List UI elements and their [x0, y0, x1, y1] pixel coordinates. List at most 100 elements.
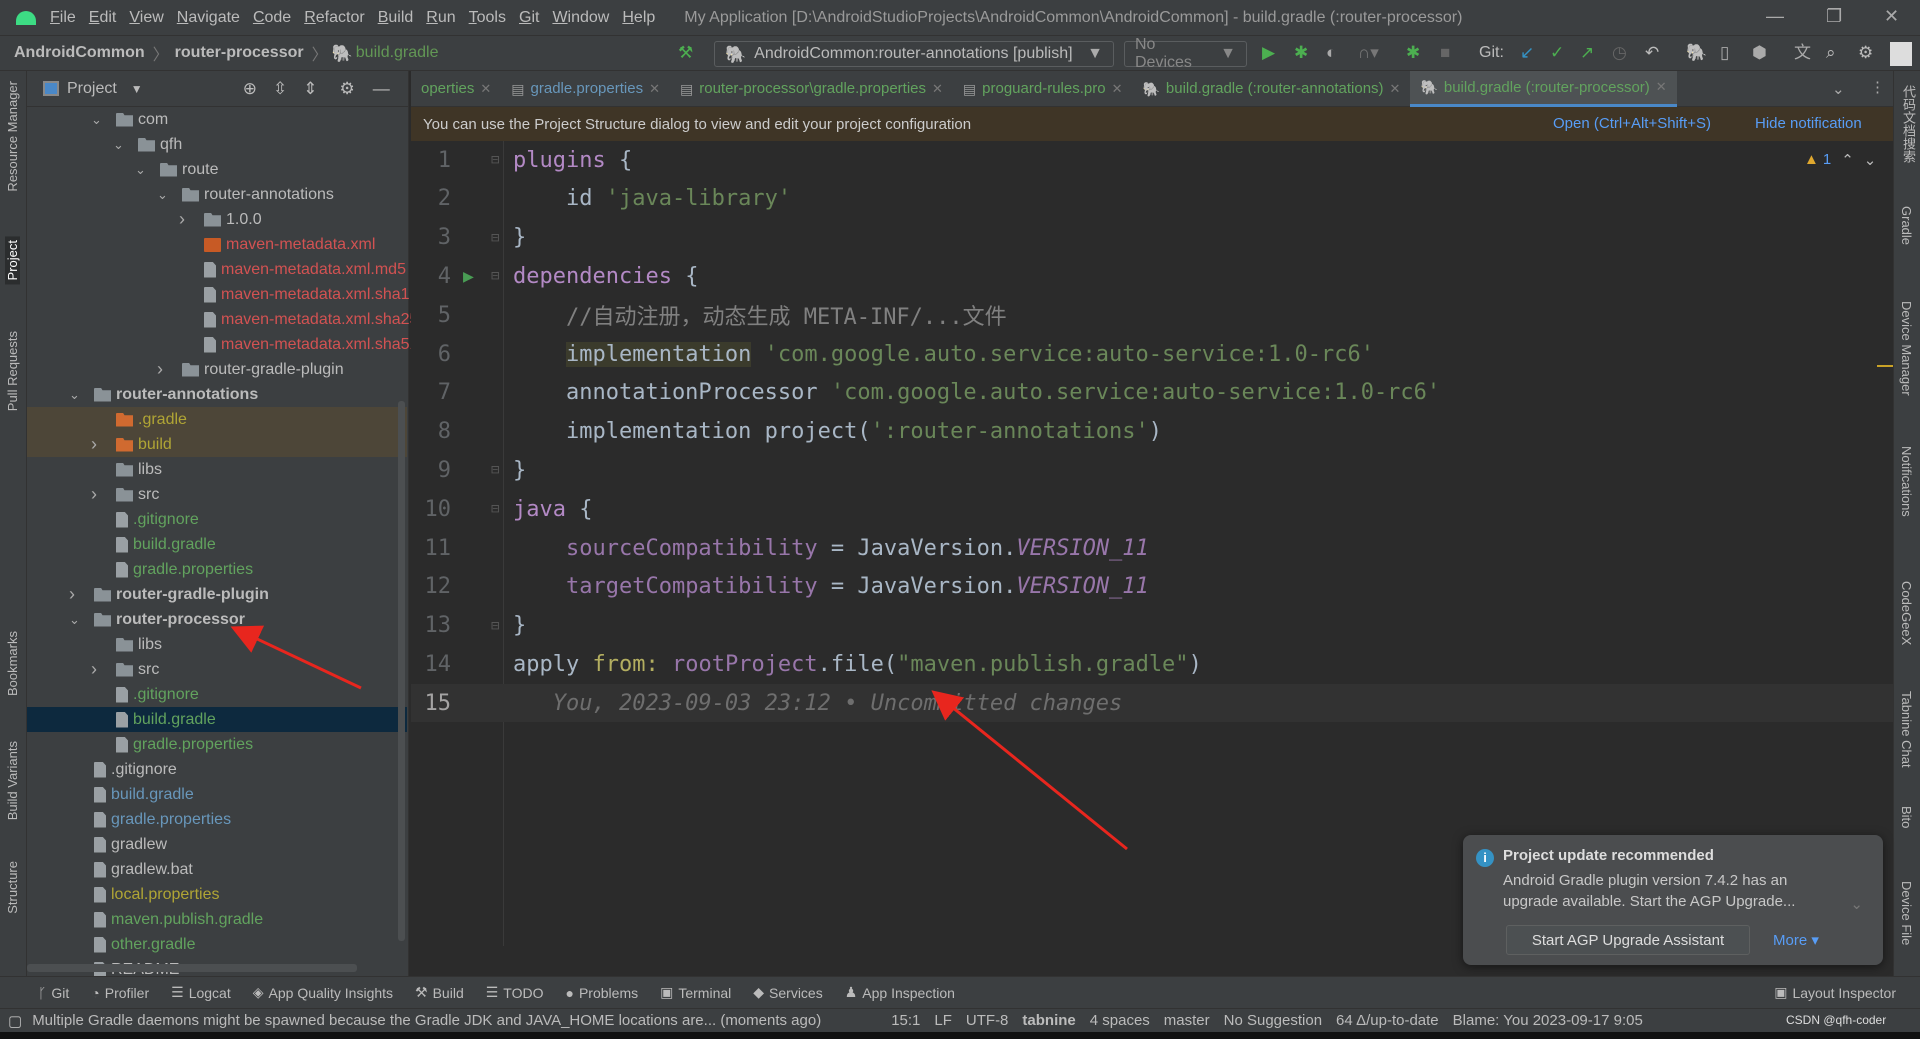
chevron-down-icon[interactable]: ⌄ [69, 612, 80, 628]
tree-item[interactable]: gradlew.bat [27, 857, 407, 882]
chevron-right-icon[interactable]: › [179, 209, 185, 230]
close-tab-icon[interactable]: ✕ [1390, 81, 1401, 97]
start-agp-upgrade-button[interactable]: Start AGP Upgrade Assistant [1506, 925, 1750, 955]
tree-item[interactable]: build.gradle [27, 532, 407, 557]
previous-highlight-icon[interactable]: ⌃ [1841, 151, 1854, 169]
collapse-all-icon[interactable]: ⇕ [303, 80, 317, 97]
breadcrumb-module[interactable]: router-processor [175, 44, 304, 62]
run-icon[interactable]: ▶ [1262, 44, 1275, 61]
attach-debugger-icon[interactable]: ✱ [1406, 44, 1420, 61]
tree-item[interactable]: gradle.properties [27, 557, 407, 582]
menu-item-view[interactable]: View [129, 9, 163, 27]
code-line[interactable]: 10 ⊟ java { [411, 490, 1893, 528]
menu-item-edit[interactable]: Edit [89, 9, 117, 27]
run-gutter-icon[interactable]: ▶ [463, 266, 474, 287]
warning-count[interactable]: 1 [1823, 151, 1831, 169]
tool-window-profiler[interactable]: ◔ Profiler [91, 984, 149, 1001]
stop-icon[interactable]: ■ [1440, 44, 1450, 61]
tree-item[interactable]: libs [27, 632, 407, 657]
tool-strip-right-4[interactable]: CodeGeeX [1899, 581, 1914, 645]
git-commit-icon[interactable]: ✓ [1550, 44, 1564, 61]
close-tab-icon[interactable]: ✕ [932, 81, 943, 97]
code-line[interactable]: 6 implementation 'com.google.auto.servic… [411, 335, 1893, 373]
code-line[interactable]: 11 sourceCompatibility = JavaVersion.VER… [411, 529, 1893, 567]
tool-window-terminal[interactable]: ▣ Terminal [660, 984, 731, 1001]
run-configuration-dropdown[interactable]: 🐘 AndroidCommon:router-annotations [publ… [714, 41, 1114, 67]
code-line[interactable]: 4 ▶ ⊟ dependencies { [411, 257, 1893, 295]
device-dropdown[interactable]: No Devices ▼ [1124, 36, 1247, 71]
editor-tab[interactable]: ▤ gradle.properties ✕ [501, 71, 670, 107]
chevron-right-icon[interactable]: › [91, 659, 97, 680]
git-update-icon[interactable]: ↙ [1520, 44, 1534, 61]
editor-tab[interactable]: 🐘 build.gradle (:router-processor) ✕ [1410, 70, 1677, 107]
debug-icon[interactable]: ✱ [1294, 44, 1308, 61]
chevron-down-icon[interactable]: ⌄ [91, 112, 102, 128]
tree-item[interactable]: maven-metadata.xml.sha1 [27, 282, 410, 307]
menu-item-build[interactable]: Build [378, 9, 414, 27]
menu-item-window[interactable]: Window [552, 9, 609, 27]
tree-item[interactable]: ⌄ router-annotations [27, 382, 407, 407]
editor-tab[interactable]: ▤ router-processor\gradle.properties ✕ [670, 71, 953, 107]
chevron-right-icon[interactable]: › [157, 359, 163, 380]
tree-item[interactable]: libs [27, 457, 407, 482]
tree-item[interactable]: gradlew [27, 832, 407, 857]
fold-marker-icon[interactable]: ⊟ [491, 618, 499, 634]
tool-window-layout-inspector[interactable]: ▣ Layout Inspector [1774, 984, 1896, 1001]
close-tab-icon[interactable]: ✕ [1656, 79, 1667, 95]
tool-strip-right-6[interactable]: Bito [1899, 806, 1914, 828]
tool-strip-right-1[interactable]: Gradle [1899, 206, 1914, 245]
tree-horizontal-scrollbar[interactable] [27, 964, 357, 972]
tree-item[interactable]: ⌄ router-annotations [27, 182, 407, 207]
chevron-down-icon[interactable]: ▼ [131, 82, 143, 96]
editor-tab[interactable]: 🐘 build.gradle (:router-annotations) ✕ [1132, 71, 1410, 107]
editor-tab[interactable]: ▤ proguard-rules.pro ✕ [953, 71, 1133, 107]
tool-window-problems[interactable]: ● Problems [566, 984, 639, 1001]
open-project-structure-link[interactable]: Open (Ctrl+Alt+Shift+S) [1553, 115, 1711, 132]
code-line[interactable]: 12 targetCompatibility = JavaVersion.VER… [411, 568, 1893, 606]
tree-item[interactable]: › router-gradle-plugin [27, 357, 407, 382]
coverage-icon[interactable]: ◐ [1326, 44, 1336, 61]
editor-tab[interactable]: operties ✕ [411, 71, 501, 107]
tool-window-app-quality-insights[interactable]: ◈ App Quality Insights [253, 984, 393, 1001]
tool-window-app-inspection[interactable]: ♟ App Inspection [845, 984, 955, 1001]
code-line[interactable]: 14 apply from: rootProject.file("maven.pu… [411, 645, 1893, 683]
tool-strip-right-7[interactable]: Device File [1899, 881, 1914, 945]
status-item[interactable]: Blame: You 2023-09-17 9:05 [1453, 1012, 1643, 1029]
tool-window-logcat[interactable]: ☰ Logcat [171, 984, 231, 1001]
tree-item[interactable]: › 1.0.0 [27, 207, 407, 232]
status-item[interactable]: 4 spaces [1090, 1012, 1150, 1029]
build-hammer-icon[interactable]: ⚒ [678, 44, 693, 61]
tree-item[interactable]: maven-metadata.xml [27, 232, 407, 257]
close-tab-icon[interactable]: ✕ [480, 81, 491, 97]
status-item[interactable]: master [1164, 1012, 1210, 1029]
warning-stripe-marker[interactable] [1877, 365, 1893, 367]
code-line[interactable]: 1 ⊟ plugins { [411, 141, 1893, 179]
breadcrumb-file[interactable]: build.gradle [356, 44, 439, 62]
tree-item[interactable]: ⌄ qfh [27, 132, 407, 157]
chevron-right-icon[interactable]: › [91, 484, 97, 505]
code-line[interactable]: 13 ⊟} [411, 607, 1893, 645]
tree-item[interactable]: build.gradle [27, 707, 407, 732]
status-item[interactable]: tabnine [1022, 1012, 1075, 1029]
tool-window-services[interactable]: ◆ Services [753, 984, 822, 1001]
status-item[interactable]: 64 Δ/up-to-date [1336, 1012, 1439, 1029]
code-line[interactable]: 3 ⊟} [411, 219, 1893, 257]
warning-icon[interactable]: ▲ [1804, 151, 1819, 169]
fold-marker-icon[interactable]: ⊟ [491, 152, 499, 168]
more-dropdown[interactable]: More ▾ [1773, 931, 1819, 949]
tool-strip-structure[interactable]: Structure [5, 861, 20, 914]
project-view-selector[interactable]: Project [67, 80, 117, 98]
hide-notification-link[interactable]: Hide notification [1755, 115, 1862, 132]
tree-item[interactable]: build.gradle [27, 782, 407, 807]
tree-item[interactable]: maven-metadata.xml.md5 [27, 257, 407, 282]
status-message[interactable]: Multiple Gradle daemons might be spawned… [32, 1012, 877, 1029]
tree-item[interactable]: ⌄ router-processor [27, 607, 407, 632]
search-icon[interactable]: ⌕ [1826, 44, 1836, 61]
options-gear-icon[interactable]: ⚙ [339, 80, 354, 97]
code-editor[interactable]: 1 ⊟ plugins {2 id 'java-library' 3 ⊟} 4 ▶ ⊟ depe… [411, 141, 1893, 946]
code-line[interactable]: 9 ⊟} [411, 451, 1893, 489]
close-tab-icon[interactable]: ✕ [649, 81, 660, 97]
tree-item[interactable]: .gradle [27, 407, 407, 432]
status-item[interactable]: 15:1 [891, 1012, 920, 1029]
tree-item[interactable]: ⌄ com [27, 107, 407, 132]
